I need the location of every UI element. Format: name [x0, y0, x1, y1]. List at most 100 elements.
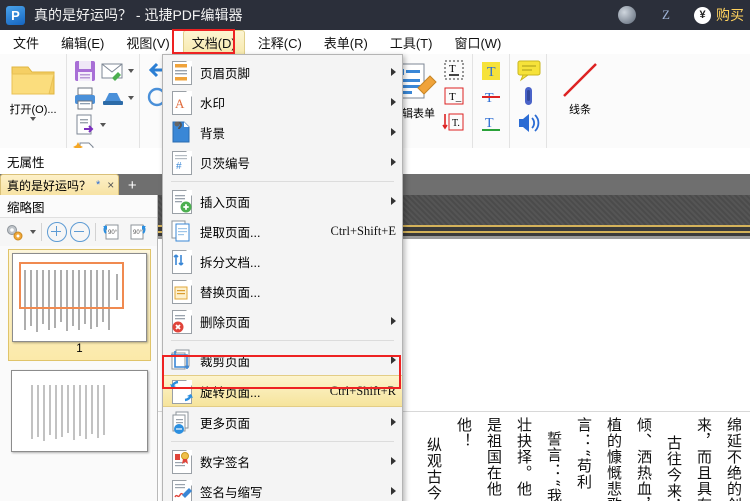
add-tab-button[interactable]: +	[121, 176, 144, 195]
rotate-right-90-icon[interactable]: 90°	[126, 221, 148, 243]
menu-item-signature-initials[interactable]: 签名与缩写	[163, 476, 402, 501]
menu-item-label: 旋转页面...	[200, 385, 261, 400]
ribbon-group-io	[67, 54, 140, 162]
digital-signature-icon	[169, 449, 194, 474]
user-name-label[interactable]: Z	[662, 7, 670, 23]
menu-item-crop-page[interactable]: 裁剪页面	[163, 345, 402, 375]
doc-column-9: 是祖国在他	[485, 417, 503, 497]
menu-item-extract-page[interactable]: 提取页面... Ctrl+Shift+E	[163, 216, 402, 246]
page-text-preview-2	[31, 385, 105, 441]
buy-button[interactable]: 购买	[716, 5, 744, 25]
menu-item-replace-page[interactable]: 替换页面...	[163, 276, 402, 306]
delete-page-icon	[169, 309, 194, 334]
menu-item-more-pages[interactable]: 更多页面	[163, 407, 402, 437]
title-bar-right: Z ¥ 购买	[618, 5, 750, 25]
thumbnail-settings-chevron-down-icon[interactable]	[30, 230, 36, 234]
open-button[interactable]: 打开(O)...	[5, 58, 61, 121]
menu-item-label: 插入页面	[200, 195, 251, 210]
doc-column-4: 倾、洒热血，为国捐躯。“指	[634, 417, 653, 501]
menu-item-bates-number[interactable]: # 贝茨编号	[163, 147, 402, 177]
menu-item-label: 拆分文档...	[200, 255, 261, 270]
audio-icon[interactable]	[515, 110, 541, 136]
avatar-icon[interactable]	[618, 6, 637, 24]
crop-page-icon	[169, 348, 194, 372]
menu-item-label: 提取页面...	[200, 225, 261, 240]
thumbnail-page-number-1: 1	[76, 343, 83, 355]
more-pages-icon	[169, 410, 194, 434]
doc-column-6: 言：“苟利	[575, 417, 593, 490]
extract-page-icon	[169, 219, 194, 243]
svg-text:T_: T_	[449, 91, 462, 103]
modified-marker-icon: *	[96, 179, 101, 191]
strikethrough-text-icon[interactable]: T	[478, 84, 504, 110]
menu-item-split-document[interactable]: 拆分文档...	[163, 246, 402, 276]
doc-column-1: 绵延不绝的创伤！你们可知道，	[724, 417, 743, 501]
menu-form[interactable]: 表单(R)	[315, 30, 377, 55]
underline-text-icon[interactable]: T	[478, 110, 504, 136]
menu-item-background[interactable]: 背景	[163, 117, 402, 147]
close-tab-icon[interactable]: ×	[107, 178, 114, 192]
zoom-in-thumbnail-icon[interactable]	[47, 222, 67, 242]
menu-item-label: 数字签名	[200, 455, 251, 470]
thumbnail-selection-box	[19, 262, 124, 309]
menu-item-delete-page[interactable]: 删除页面	[163, 306, 402, 336]
email-chevron-down-icon[interactable]	[128, 69, 134, 73]
svg-text:T: T	[487, 65, 496, 80]
rotate-left-90-icon[interactable]: 90°	[101, 221, 123, 243]
document-dropdown-menu[interactable]: 页眉页脚 A 水印 背景 # 贝茨编号 插入页面 提取页面... Ctrl+Sh…	[162, 54, 403, 501]
svg-text:A: A	[175, 96, 185, 111]
thumbnail-page-2	[11, 370, 148, 452]
export-chevron-down-icon[interactable]	[100, 123, 106, 127]
attachment-icon[interactable]	[515, 84, 541, 110]
menu-item-digital-signature[interactable]: 数字签名	[163, 446, 402, 476]
document-tab[interactable]: 真的是好运吗？ * ×	[0, 174, 120, 195]
email-icon[interactable]	[100, 58, 126, 84]
insert-page-icon	[169, 189, 194, 214]
text-flow-icon[interactable]: T.	[441, 110, 467, 136]
doc-column-7: 誓言：“我	[545, 431, 563, 501]
menu-item-header-footer[interactable]: 页眉页脚	[163, 57, 402, 87]
menu-item-watermark[interactable]: A 水印	[163, 87, 402, 117]
line-tool-label: 线条	[569, 104, 591, 116]
thumbnail-list[interactable]: 1	[0, 246, 157, 501]
doc-column-2: 来，而且具有强大的生命力？	[694, 417, 713, 501]
thumbnail-item-2[interactable]	[8, 367, 151, 455]
menu-window[interactable]: 窗口(W)	[445, 30, 510, 55]
highlight-text-icon[interactable]: T	[478, 58, 504, 84]
menu-item-label: 页眉页脚	[200, 66, 251, 81]
print-icon[interactable]	[72, 85, 98, 111]
svg-text:T: T	[485, 91, 494, 106]
save-icon[interactable]	[72, 58, 98, 84]
menu-view[interactable]: 视图(V)	[117, 30, 178, 55]
menu-item-insert-page[interactable]: 插入页面	[163, 186, 402, 216]
svg-text:#: #	[176, 161, 182, 172]
menu-comment[interactable]: 注释(C)	[249, 30, 311, 55]
zoom-out-thumbnail-icon[interactable]	[70, 222, 90, 242]
sticky-note-icon[interactable]	[515, 58, 541, 84]
menu-item-label: 签名与缩写	[200, 485, 263, 500]
submenu-arrow-icon	[391, 158, 396, 166]
svg-text:T: T	[449, 63, 456, 75]
thumbnail-item-1[interactable]: 1	[8, 249, 151, 361]
svg-text:T.: T.	[452, 118, 460, 129]
scan-icon[interactable]	[100, 85, 126, 111]
menu-item-rotate-page[interactable]: 旋转页面... Ctrl+Shift+R	[163, 375, 402, 407]
document-tab-label: 真的是好运吗？	[7, 178, 92, 193]
menu-edit[interactable]: 编辑(E)	[52, 30, 113, 55]
line-tool-button[interactable]: 线条	[552, 58, 608, 117]
menu-document[interactable]: 文档(D)	[182, 30, 245, 54]
scan-chevron-down-icon[interactable]	[128, 96, 134, 100]
menu-item-label: 删除页面	[200, 315, 251, 330]
text-field-icon[interactable]: T	[441, 58, 467, 84]
open-chevron-down-icon[interactable]	[30, 117, 36, 121]
text-box-icon[interactable]: T_	[441, 84, 467, 110]
menu-file[interactable]: 文件	[4, 30, 48, 55]
yen-icon: ¥	[694, 6, 711, 24]
menu-item-label: 水印	[200, 96, 226, 111]
menu-item-label: 更多页面	[200, 416, 251, 431]
submenu-arrow-icon	[391, 68, 396, 76]
export-icon[interactable]	[72, 112, 98, 138]
menu-item-label: 背景	[200, 126, 226, 141]
menu-tools[interactable]: 工具(T)	[381, 30, 442, 55]
gear-icon[interactable]	[3, 221, 27, 243]
